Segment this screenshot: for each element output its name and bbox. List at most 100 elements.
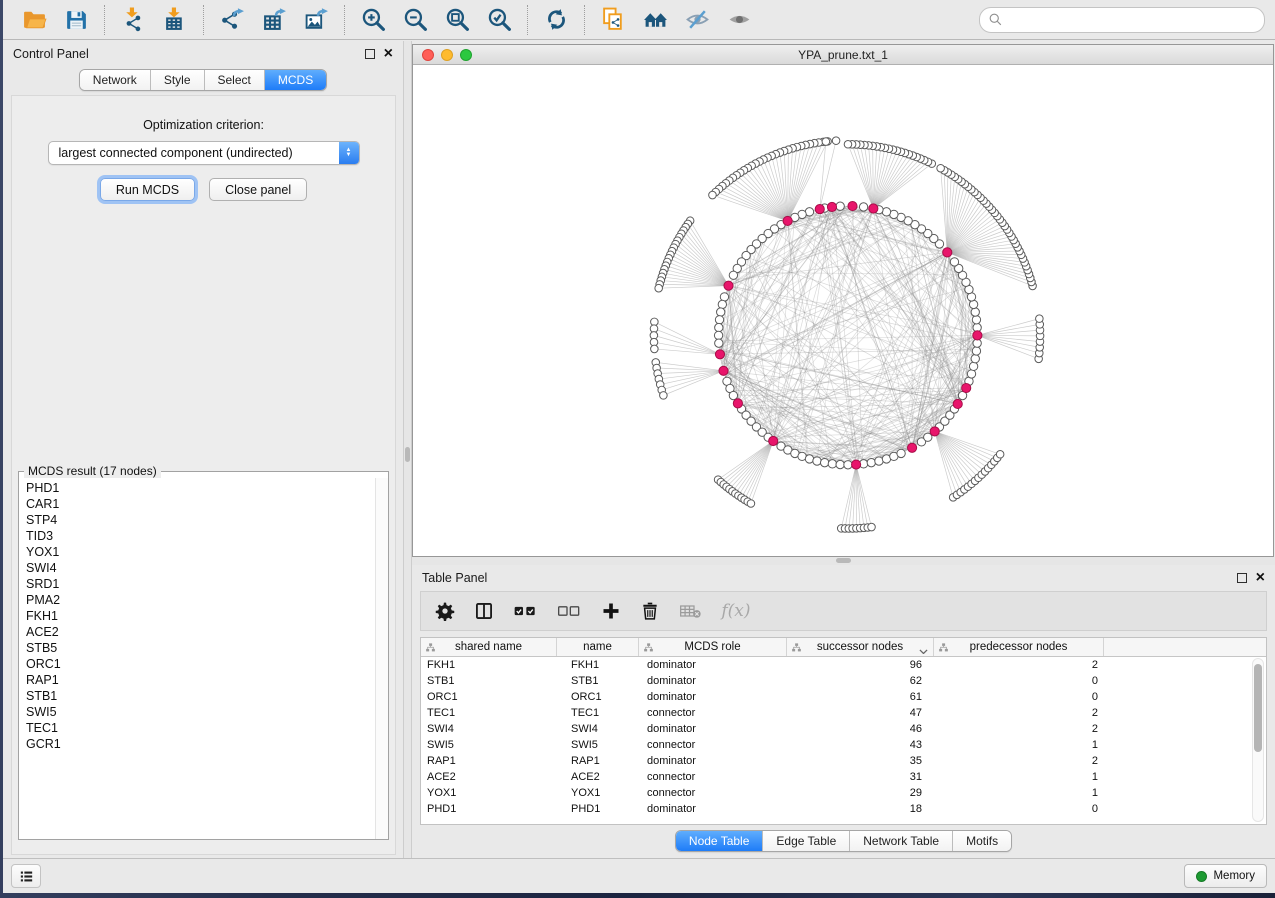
zoom-selected-button[interactable] xyxy=(478,3,520,37)
table-cell[interactable]: 0 xyxy=(934,689,1104,705)
close-window-icon[interactable] xyxy=(422,49,434,61)
table-cell[interactable]: 46 xyxy=(787,721,934,737)
tab-style[interactable]: Style xyxy=(150,70,204,90)
table-cell[interactable]: dominator xyxy=(639,721,787,737)
duplicate-network-button[interactable] xyxy=(592,3,634,37)
table-cell[interactable]: YOX1 xyxy=(421,785,557,801)
table-cell[interactable]: PHD1 xyxy=(421,801,557,817)
mcds-result-item[interactable]: STP4 xyxy=(26,512,375,528)
mcds-result-item[interactable]: RAP1 xyxy=(26,672,375,688)
mcds-result-item[interactable]: TEC1 xyxy=(26,720,375,736)
table-row[interactable]: RAP1RAP1dominator352 xyxy=(421,753,1266,769)
table-cell[interactable]: dominator xyxy=(639,801,787,817)
table-cell[interactable]: RAP1 xyxy=(557,753,639,769)
table-cell[interactable]: PHD1 xyxy=(557,801,639,817)
table-cell[interactable]: dominator xyxy=(639,753,787,769)
close-panel-button[interactable]: Close panel xyxy=(209,178,307,201)
open-file-button[interactable] xyxy=(13,3,55,37)
vertical-splitter[interactable] xyxy=(403,41,412,858)
mcds-result-item[interactable]: PHD1 xyxy=(26,480,375,496)
mcds-result-item[interactable]: PMA2 xyxy=(26,592,375,608)
hide-selected-button[interactable] xyxy=(676,3,718,37)
criterion-select[interactable]: largest connected component (undirected)… xyxy=(48,141,360,165)
table-cell[interactable]: SWI5 xyxy=(557,737,639,753)
tab-network[interactable]: Network xyxy=(80,70,150,90)
minimize-window-icon[interactable] xyxy=(441,49,453,61)
table-cell[interactable]: YOX1 xyxy=(557,785,639,801)
column-header-name[interactable]: name xyxy=(557,638,639,656)
table-cell[interactable]: dominator xyxy=(639,689,787,705)
mcds-result-item[interactable]: CAR1 xyxy=(26,496,375,512)
table-panel-close-button[interactable]: × xyxy=(1256,571,1265,585)
table-cell[interactable]: 1 xyxy=(934,769,1104,785)
table-cell[interactable]: RAP1 xyxy=(421,753,557,769)
tab-network-table[interactable]: Network Table xyxy=(849,831,952,851)
column-header-MCDS-role[interactable]: MCDS role xyxy=(639,638,787,656)
table-cell[interactable]: 0 xyxy=(934,673,1104,689)
mcds-list-scrollbar[interactable] xyxy=(375,478,388,839)
table-row[interactable]: ACE2ACE2connector311 xyxy=(421,769,1266,785)
export-image-button[interactable] xyxy=(295,3,337,37)
network-canvas[interactable] xyxy=(413,66,1273,556)
table-cell[interactable]: 2 xyxy=(934,721,1104,737)
zoom-fit-button[interactable] xyxy=(436,3,478,37)
tab-edge-table[interactable]: Edge Table xyxy=(762,831,849,851)
mcds-result-item[interactable]: STB1 xyxy=(26,688,375,704)
control-panel-float-button[interactable] xyxy=(365,49,375,59)
mcds-result-item[interactable]: SWI5 xyxy=(26,704,375,720)
mcds-result-item[interactable]: STB5 xyxy=(26,640,375,656)
table-row[interactable]: STB1STB1dominator620 xyxy=(421,673,1266,689)
column-header-successor-nodes[interactable]: successor nodes xyxy=(787,638,934,656)
show-columns-button[interactable] xyxy=(474,601,494,621)
export-table-button[interactable] xyxy=(253,3,295,37)
table-cell[interactable]: 2 xyxy=(934,657,1104,673)
add-entry-button[interactable] xyxy=(601,601,621,621)
table-cell[interactable]: 61 xyxy=(787,689,934,705)
table-cell[interactable]: 47 xyxy=(787,705,934,721)
mcds-result-item[interactable]: TID3 xyxy=(26,528,375,544)
mcds-result-item[interactable]: ORC1 xyxy=(26,656,375,672)
table-cell[interactable]: SWI4 xyxy=(421,721,557,737)
delete-entry-button[interactable] xyxy=(640,601,660,621)
import-network-button[interactable] xyxy=(112,3,154,37)
table-cell[interactable]: STB1 xyxy=(421,673,557,689)
horizontal-splitter[interactable] xyxy=(412,557,1275,565)
table-cell[interactable]: 62 xyxy=(787,673,934,689)
table-cell[interactable]: dominator xyxy=(639,657,787,673)
table-row[interactable]: SWI4SWI4dominator462 xyxy=(421,721,1266,737)
save-session-button[interactable] xyxy=(55,3,97,37)
table-cell[interactable]: 31 xyxy=(787,769,934,785)
table-cell[interactable]: 2 xyxy=(934,753,1104,769)
column-header-shared-name[interactable]: shared name xyxy=(421,638,557,656)
export-network-button[interactable] xyxy=(211,3,253,37)
tab-motifs[interactable]: Motifs xyxy=(952,831,1011,851)
table-cell[interactable]: connector xyxy=(639,705,787,721)
vertical-splitter-grip[interactable] xyxy=(405,447,410,462)
table-cell[interactable]: ORC1 xyxy=(421,689,557,705)
table-row[interactable]: YOX1YOX1connector291 xyxy=(421,785,1266,801)
tab-select[interactable]: Select xyxy=(204,70,264,90)
table-scrollbar-thumb[interactable] xyxy=(1254,664,1262,752)
table-cell[interactable]: ACE2 xyxy=(557,769,639,785)
table-row[interactable]: FKH1FKH1dominator962 xyxy=(421,657,1266,673)
table-cell[interactable]: 29 xyxy=(787,785,934,801)
search-box[interactable] xyxy=(979,7,1265,33)
table-cell[interactable]: 2 xyxy=(934,705,1104,721)
table-cell[interactable]: FKH1 xyxy=(557,657,639,673)
import-table-button[interactable] xyxy=(154,3,196,37)
search-input[interactable] xyxy=(1008,13,1256,27)
table-settings-button[interactable] xyxy=(435,601,455,621)
table-scrollbar[interactable] xyxy=(1252,658,1264,822)
table-row[interactable]: TEC1TEC1connector472 xyxy=(421,705,1266,721)
run-mcds-button[interactable]: Run MCDS xyxy=(100,178,195,201)
table-cell[interactable]: STB1 xyxy=(557,673,639,689)
table-panel-float-button[interactable] xyxy=(1237,573,1247,583)
horizontal-splitter-grip[interactable] xyxy=(836,558,851,563)
table-cell[interactable]: SWI5 xyxy=(421,737,557,753)
table-cell[interactable]: connector xyxy=(639,785,787,801)
table-cell[interactable]: FKH1 xyxy=(421,657,557,673)
select-all-button[interactable] xyxy=(513,601,538,621)
table-row[interactable]: PHD1PHD1dominator180 xyxy=(421,801,1266,817)
table-cell[interactable]: 1 xyxy=(934,737,1104,753)
tab-mcds[interactable]: MCDS xyxy=(264,70,326,90)
